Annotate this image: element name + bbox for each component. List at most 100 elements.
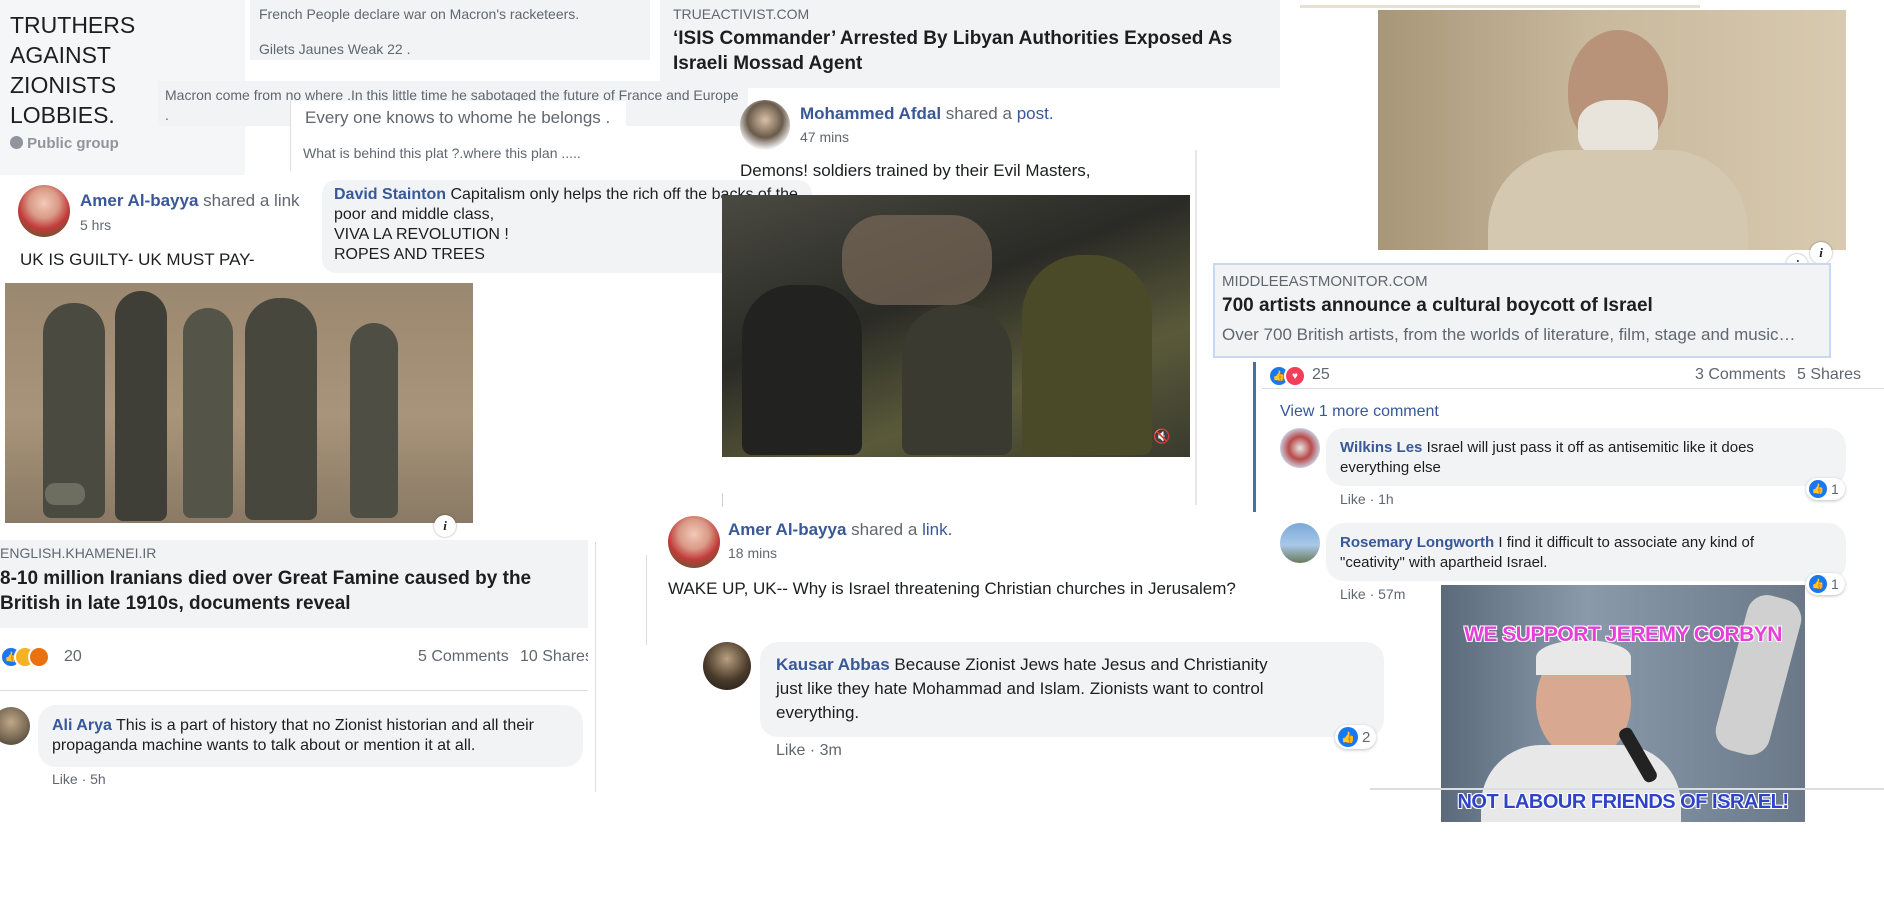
love-reaction-icon: ♥ xyxy=(1284,365,1306,387)
avatar[interactable] xyxy=(668,516,720,568)
like-reaction-icon: 👍 xyxy=(1809,480,1827,498)
shares-count[interactable]: 5 Shares xyxy=(1797,366,1861,384)
divider xyxy=(722,493,723,507)
portrait-body xyxy=(1488,150,1748,250)
post-action: shared a link xyxy=(203,191,300,210)
comment-body: everything. xyxy=(776,703,860,722)
snippet-french-text: French People declare war on Macron's ra… xyxy=(259,6,580,22)
reaction-count: 1 xyxy=(1831,576,1839,592)
sculpture-dog xyxy=(45,483,85,505)
reaction-icons[interactable]: 👍 xyxy=(0,646,60,668)
comments-count[interactable]: 3 Comments xyxy=(1695,366,1786,384)
link-title: 700 artists announce a cultural boycott … xyxy=(1222,295,1653,316)
avatar[interactable] xyxy=(1280,523,1320,563)
avatar[interactable] xyxy=(18,185,70,237)
comment-body: VIVA LA REVOLUTION ! xyxy=(334,226,509,243)
comment-author-link[interactable]: Kausar Abbas xyxy=(776,655,890,674)
post-body: WAKE UP, UK-- Why is Israel threatening … xyxy=(668,579,1236,598)
group-title-line: LOBBIES. xyxy=(10,102,115,128)
like-reaction-icon: 👍 xyxy=(1338,727,1358,747)
comment-reactions[interactable]: 👍 1 xyxy=(1806,478,1845,500)
like-link[interactable]: Like xyxy=(1340,586,1366,602)
divider xyxy=(1253,362,1256,512)
comment-time[interactable]: 3m xyxy=(820,742,842,759)
post-author-link[interactable]: Amer Al-bayya xyxy=(80,191,198,210)
post-header: Amer Al-bayya shared a link. xyxy=(728,520,952,540)
comment-body: just like they hate Mohammad and Islam. … xyxy=(776,679,1264,698)
divider xyxy=(0,690,588,691)
post-header: Mohammed Afdal shared a post. xyxy=(800,104,1054,124)
comments-count[interactable]: 5 Comments xyxy=(418,648,509,666)
sculpture-figure xyxy=(115,291,167,521)
comment-author-link[interactable]: David Stainton xyxy=(334,186,446,203)
reaction-icons[interactable]: 👍 ♥ xyxy=(1268,365,1310,387)
comment-time[interactable]: 1h xyxy=(1378,491,1394,507)
divider xyxy=(1195,150,1197,505)
reaction-count[interactable]: 20 xyxy=(64,648,82,666)
snippet-everyone-text: Every one knows to whome he belongs . xyxy=(305,108,611,127)
group-type: Public group xyxy=(10,135,119,152)
comment-text: Wilkins Les Israel will just pass it off… xyxy=(1340,438,1840,478)
post-body: UK IS GUILTY- UK MUST PAY- xyxy=(20,250,255,269)
group-title[interactable]: TRUTHERS AGAINST ZIONISTS LOBBIES. xyxy=(10,10,135,130)
comment-author-link[interactable]: Ali Arya xyxy=(52,717,112,734)
divider xyxy=(1262,388,1884,389)
info-icon[interactable]: i xyxy=(434,515,456,537)
link-title-text: British in late 1910s, documents reveal xyxy=(0,593,351,614)
post-header: Amer Al-bayya shared a link xyxy=(80,191,300,211)
comment-author-link[interactable]: Wilkins Les xyxy=(1340,439,1422,456)
video-figure xyxy=(902,305,1012,455)
post-author-link[interactable]: Mohammed Afdal xyxy=(800,104,941,123)
comment-body: propaganda machine wants to talk about o… xyxy=(52,737,476,754)
comment-actions: Like · 1h xyxy=(1340,491,1394,507)
post-action: shared a xyxy=(851,520,918,539)
avatar[interactable] xyxy=(1280,428,1320,468)
soldiers-video[interactable] xyxy=(722,195,1190,457)
group-title-line: ZIONISTS xyxy=(10,72,117,98)
sculpture-figure xyxy=(245,298,317,520)
famine-sculpture-image[interactable] xyxy=(5,283,473,523)
reaction-count[interactable]: 25 xyxy=(1312,366,1330,384)
snippet-gilets-text: Gilets Jaunes Weak 22 . xyxy=(259,41,411,57)
link-title: 8-10 million Iranians died over Great Fa… xyxy=(0,566,585,616)
comment-body: I find it difficult to associate any kin… xyxy=(1498,534,1755,551)
post-action-link[interactable]: post. xyxy=(1017,104,1054,123)
shares-count[interactable]: 10 Shares xyxy=(520,648,588,666)
portrait-photo[interactable] xyxy=(1378,10,1846,250)
link-description: Over 700 British artists, from the world… xyxy=(1222,325,1796,344)
post-body: Demons! soldiers trained by their Evil M… xyxy=(740,161,1091,180)
sculpture-figure xyxy=(350,323,398,518)
avatar[interactable] xyxy=(0,707,30,745)
comment-reactions[interactable]: 👍 1 xyxy=(1806,573,1845,595)
comment-body: poor and middle class, xyxy=(334,206,495,223)
post-action-link[interactable]: link. xyxy=(922,520,952,539)
divider xyxy=(595,542,596,792)
mute-icon[interactable]: 🔇 xyxy=(1153,428,1173,444)
post-author-link[interactable]: Amer Al-bayya xyxy=(728,520,846,539)
reaction-count: 1 xyxy=(1831,481,1839,497)
avatar[interactable] xyxy=(703,642,751,690)
comment-body: everything else xyxy=(1340,459,1441,476)
link-domain: ENGLISH.KHAMENEI.IR xyxy=(0,545,157,561)
like-link[interactable]: Like xyxy=(776,742,805,759)
meme-top-text: WE SUPPORT JEREMY CORBYN xyxy=(1464,623,1782,646)
comment-time[interactable]: 5h xyxy=(90,771,106,787)
comment-reactions[interactable]: 👍 2 xyxy=(1335,725,1377,749)
post-time[interactable]: 18 mins xyxy=(728,545,777,561)
post-time[interactable]: 5 hrs xyxy=(80,217,111,233)
video-figure xyxy=(842,215,992,305)
link-domain: MIDDLEEASTMONITOR.COM xyxy=(1222,273,1428,290)
comment-body: Because Zionist Jews hate Jesus and Chri… xyxy=(894,655,1268,674)
like-link[interactable]: Like xyxy=(1340,491,1366,507)
comment-author-link[interactable]: Rosemary Longworth xyxy=(1340,534,1494,551)
link-domain: TRUEACTIVIST.COM xyxy=(673,6,810,22)
corbyn-meme-image[interactable]: WE SUPPORT JEREMY CORBYN NOT LABOUR FRIE… xyxy=(1441,585,1805,822)
divider xyxy=(1370,788,1884,790)
info-icon[interactable]: i xyxy=(1810,242,1832,264)
comment-time[interactable]: 57m xyxy=(1378,586,1405,602)
post-time[interactable]: 47 mins xyxy=(800,129,849,145)
sculpture-figure xyxy=(183,308,233,518)
like-link[interactable]: Like xyxy=(52,771,78,787)
avatar[interactable] xyxy=(740,100,790,150)
view-more-comments-link[interactable]: View 1 more comment xyxy=(1280,403,1439,421)
